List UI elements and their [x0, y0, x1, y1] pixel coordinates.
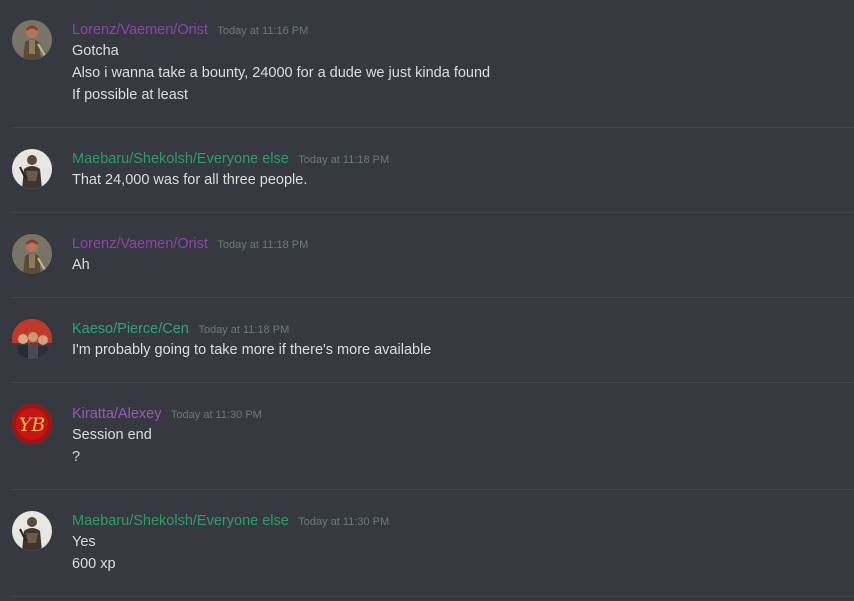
- chat-messages: Lorenz/Vaemen/Orist Today at 11:16 PM Go…: [0, 0, 854, 601]
- knight-avatar-icon[interactable]: [12, 149, 52, 189]
- username[interactable]: Lorenz/Vaemen/Orist: [72, 236, 208, 252]
- username[interactable]: Kiratta/Alexey: [72, 406, 161, 422]
- timestamp: Today at 11:16 PM: [217, 25, 309, 37]
- username[interactable]: Kaeso/Pierce/Cen: [72, 321, 189, 337]
- message-text: Gotcha: [72, 43, 119, 59]
- timestamp: Today at 11:18 PM: [298, 154, 390, 166]
- yb-logo-avatar-icon[interactable]: YB: [12, 404, 52, 444]
- message-divider: [12, 596, 854, 597]
- group-photo-avatar-icon[interactable]: [12, 319, 52, 359]
- message-text: 600 xp: [72, 556, 116, 572]
- message-text: ?: [72, 449, 81, 465]
- message-text: Ah: [72, 257, 90, 273]
- warrior-avatar-icon[interactable]: [12, 20, 52, 60]
- username[interactable]: Maebaru/Shekolsh/Everyone else: [72, 151, 289, 167]
- message-divider: [12, 382, 854, 383]
- message-text: I'm probably going to take more if there…: [72, 342, 432, 358]
- message-divider: [12, 127, 854, 128]
- username[interactable]: Lorenz/Vaemen/Orist: [72, 22, 208, 38]
- knight-avatar-icon[interactable]: [12, 511, 52, 551]
- avatar-logo-text: YB: [19, 414, 46, 436]
- message-divider: [12, 212, 854, 213]
- timestamp: Today at 11:18 PM: [198, 324, 290, 336]
- message-text: Also i wanna take a bounty, 24000 for a …: [72, 65, 491, 81]
- timestamp: Today at 11:30 PM: [170, 409, 262, 421]
- message-divider: [12, 297, 854, 298]
- message-text: Yes: [72, 534, 96, 550]
- username[interactable]: Maebaru/Shekolsh/Everyone else: [72, 513, 289, 529]
- message-text: Session end: [72, 427, 152, 443]
- message-divider: [12, 489, 854, 490]
- message-text: If possible at least: [72, 87, 189, 103]
- timestamp: Today at 11:18 PM: [217, 239, 309, 251]
- message-text: That 24,000 was for all three people.: [72, 172, 308, 188]
- timestamp: Today at 11:30 PM: [298, 516, 390, 528]
- warrior-avatar-icon[interactable]: [12, 234, 52, 274]
